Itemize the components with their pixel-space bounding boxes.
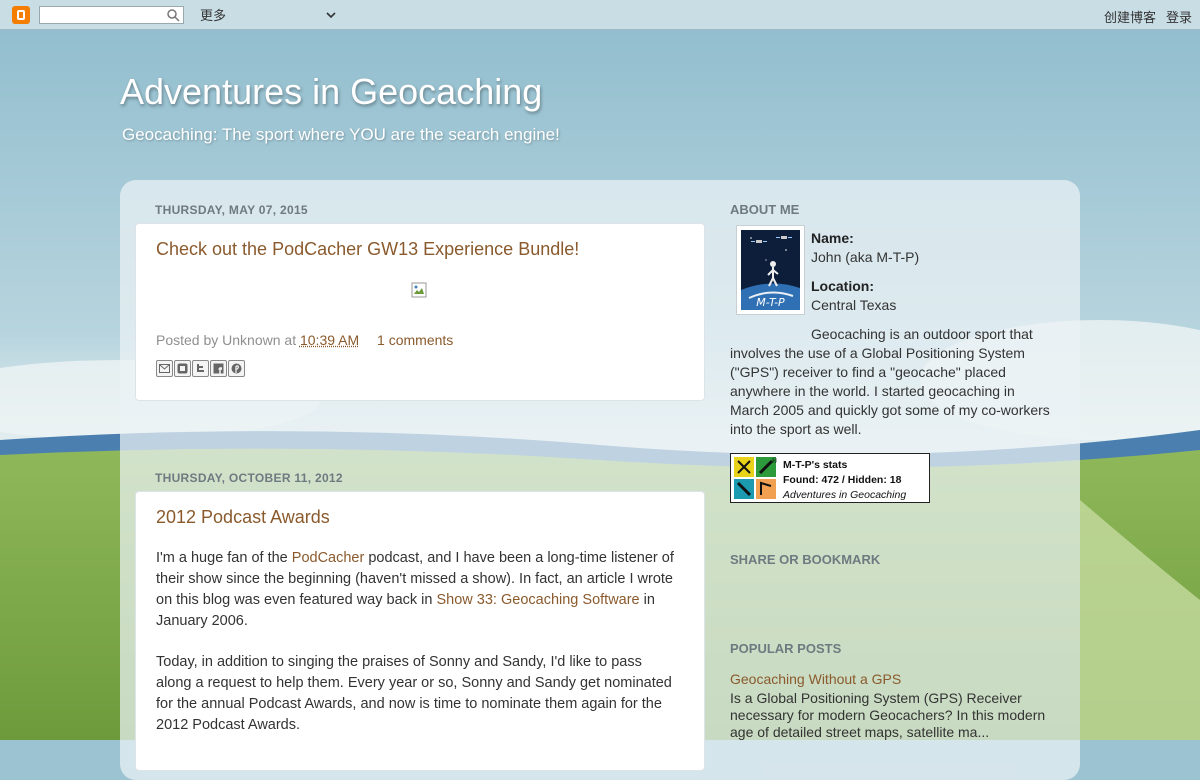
profile-photo-image: M-T-P [741,230,800,310]
comments-link[interactable]: 1 comments [377,332,453,348]
name-label: Name: [811,230,854,246]
about-text: Geocaching is an outdoor sport that invo… [730,326,1050,437]
location-value: Central Texas [811,297,897,313]
geocaching-stats-badge[interactable]: ® M-T-P's stats Found: 472 / Hidden: 18 … [730,453,930,503]
navbar-search-input[interactable] [43,8,163,23]
photo-caption: M-T-P [756,296,785,309]
blogger-navbar: 更多 创建博客 登录 [0,0,1200,30]
stats-found-hidden: Found: 472 / Hidden: 18 [783,474,902,486]
blogger-logo-icon[interactable] [12,5,30,24]
post-date-header: Thursday, October 11, 2012 [155,471,343,485]
post: 2012 Podcast Awards I'm a huge fan of th… [135,491,705,771]
twitter-icon [197,364,204,372]
name-value: John (aka M-T-P) [811,249,920,265]
blogthis-share-button[interactable] [174,360,191,377]
stats-blog-name: Adventures in Geocaching [783,489,907,501]
chevron-down-icon [326,11,336,18]
post-date-header: Thursday, May 07, 2015 [155,203,308,217]
search-icon[interactable] [166,8,180,22]
registered-mark: ® [771,457,778,465]
post-footer: Posted by Unknown at 10:39 AM 1 comments [156,332,453,348]
create-blog-link[interactable]: 创建博客 [1104,7,1156,26]
post-paragraph: I'm a huge fan of the PodCacher podcast,… [156,548,681,632]
about-description: Geocaching is an outdoor sport that invo… [730,325,1050,439]
post-title[interactable]: Check out the PodCacher GW13 Experience … [156,239,579,260]
popular-post-link[interactable]: Geocaching Without a GPS [730,671,901,687]
blogger-icon [177,363,188,374]
text-run: I'm a huge fan of the [156,550,292,566]
about-me-heading: About Me [730,202,800,217]
email-share-button[interactable] [156,360,173,377]
blog-description: Geocaching: The sport where YOU are the … [122,125,560,144]
facebook-icon [213,363,224,374]
posted-by: Posted by Unknown at [156,332,297,348]
share-bookmark-heading: Share or Bookmark [730,552,881,567]
pinterest-icon [231,363,242,374]
stats-title: M-T-P's stats [783,459,848,471]
profile-info: Name: John (aka M-T-P) Location: Central… [811,229,919,315]
show-33-link[interactable]: Show 33: Geocaching Software [437,592,640,608]
location-label: Location: [811,278,874,294]
post: Check out the PodCacher GW13 Experience … [135,223,705,401]
geocaching-logo-icon: ® [734,457,778,499]
login-link[interactable]: 登录 [1166,7,1192,26]
profile-photo[interactable]: M-T-P [736,225,805,315]
popular-posts-heading: Popular Posts [730,641,842,656]
post-timestamp-link[interactable]: 10:39 AM [300,332,359,348]
navbar-search[interactable] [39,5,184,24]
twitter-share-button[interactable] [192,360,209,377]
facebook-share-button[interactable] [210,360,227,377]
share-buttons [156,360,245,377]
more-dropdown[interactable]: 更多 [200,5,336,24]
podcacher-link[interactable]: PodCacher [292,550,365,566]
post-paragraph: Today, in addition to singing the praise… [156,654,672,733]
blog-title[interactable]: Adventures in Geocaching [120,71,542,113]
broken-image-icon [411,282,427,298]
email-icon [159,364,170,373]
post-title[interactable]: 2012 Podcast Awards [156,507,330,528]
post-body: I'm a huge fan of the PodCacher podcast,… [156,548,681,756]
pinterest-share-button[interactable] [228,360,245,377]
more-label: 更多 [200,8,227,23]
popular-post-snippet: Is a Global Positioning System (GPS) Rec… [730,690,1046,740]
